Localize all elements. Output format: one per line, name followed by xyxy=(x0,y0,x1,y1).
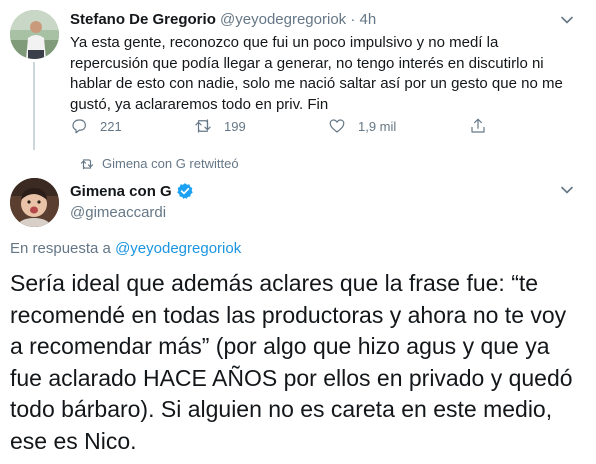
reply-prefix: En respuesta a xyxy=(10,240,116,257)
author-name[interactable]: Gimena con G xyxy=(70,183,172,200)
retweet-context-label: Gimena con G retwitteó xyxy=(102,156,239,171)
reply-button[interactable]: 221 xyxy=(70,117,122,135)
parent-tweet[interactable]: Stefano De Gregorio @yeyodegregoriok · 4… xyxy=(0,0,596,150)
avatar-gimena[interactable] xyxy=(10,178,59,227)
avatar-stefano[interactable] xyxy=(10,10,59,59)
author-handle[interactable]: @yeyodegregoriok xyxy=(220,11,346,28)
reply-icon xyxy=(72,119,86,134)
reply-count: 221 xyxy=(100,118,122,134)
retweet-button[interactable]: 199 xyxy=(194,117,246,135)
retweet-count: 199 xyxy=(224,118,246,134)
separator-dot: · xyxy=(350,11,356,28)
retweet-icon xyxy=(195,119,211,133)
author-name-row: Gimena con G xyxy=(70,182,194,200)
retweet-icon xyxy=(80,158,94,169)
author-handle[interactable]: @gimeaccardi xyxy=(70,204,166,221)
tweet-text: Ya esta gente, reconozco que fui un poco… xyxy=(70,34,563,113)
retweet-context[interactable]: Gimena con G retwitteó xyxy=(80,156,239,171)
parent-tweet-header: Stefano De Gregorio @yeyodegregoriok · 4… xyxy=(70,11,376,28)
author-name[interactable]: Stefano De Gregorio xyxy=(70,11,216,28)
chevron-down-icon[interactable] xyxy=(560,13,574,27)
chevron-down-icon[interactable] xyxy=(560,183,574,197)
reply-context: En respuesta a @yeyodegregoriok xyxy=(10,240,241,257)
share-button[interactable] xyxy=(469,117,499,135)
thread-line xyxy=(33,62,35,150)
tweet-actions: 221 199 1,9 mil xyxy=(70,117,570,137)
like-count: 1,9 mil xyxy=(358,118,397,134)
reply-to-link[interactable]: @yeyodegregoriok xyxy=(115,240,241,257)
tweet-timestamp[interactable]: 4h xyxy=(360,11,377,28)
like-button[interactable]: 1,9 mil xyxy=(328,117,396,135)
verified-badge-icon xyxy=(176,183,193,199)
tweet-text: Sería ideal que además aclares que la fr… xyxy=(10,270,573,454)
heart-icon xyxy=(329,119,345,133)
share-icon xyxy=(471,118,485,133)
